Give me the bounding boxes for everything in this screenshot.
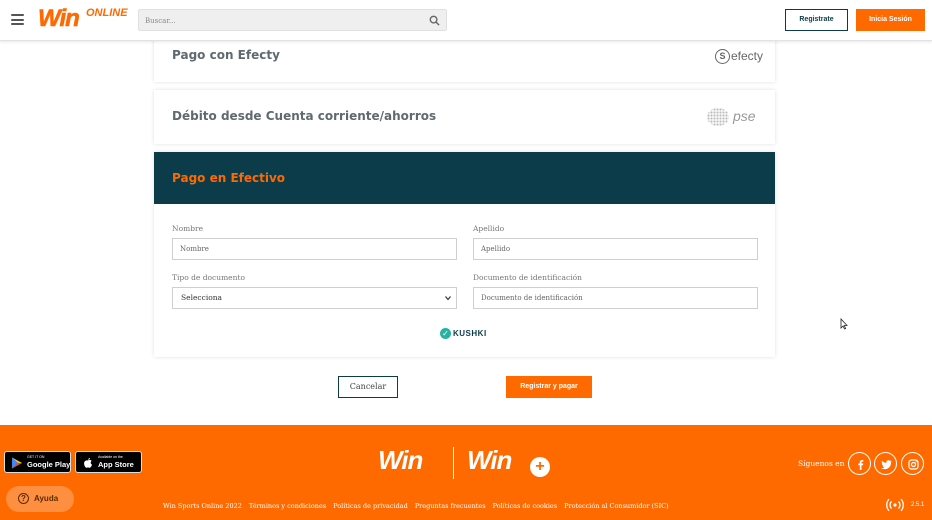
facebook-icon[interactable] [848,452,871,475]
payment-option-cash: Pago en Efectivo Nombre Nombre Apellido … [154,152,775,357]
payment-option-pse[interactable]: Débito desde Cuenta corriente/ahorros ps… [154,90,775,144]
footer-link-privacy[interactable]: Políticas de privacidad [333,502,408,510]
kushki-text: KUSHKI [453,329,487,338]
doc-type-select[interactable]: Selecciona [172,287,457,309]
cash-panel-title: Pago en Efectivo [172,171,286,185]
last-name-label: Apellido [473,224,505,233]
cancel-button[interactable]: Cancelar [338,376,398,398]
google-play-small-text: GET IT ON [27,455,45,459]
login-button[interactable]: Inicia Sesión [856,9,925,31]
search-icon[interactable] [429,15,440,26]
footer-link-terms[interactable]: Términos y condiciones [249,502,326,510]
top-header: Win ONLINE Registrate Inicia Sesión [0,0,932,41]
footer-copyright: Win Sports Online 2022 [163,502,242,510]
payment-option-title: Pago con Efecty [172,48,280,62]
logo-online-text: ONLINE [86,7,128,19]
register-button[interactable]: Registrate [785,9,848,31]
first-name-field[interactable]: Nombre [172,238,457,260]
follow-us-label: Síguenos en [798,459,845,468]
check-circle-icon: ✓ [440,328,451,339]
google-play-badge[interactable]: GET IT ON Google Play [4,451,71,473]
search-input[interactable] [145,14,415,28]
cursor-icon [840,318,848,330]
footer-links: Win Sports Online 2022 Términos y condic… [163,502,669,510]
help-button[interactable]: ? Ayuda [6,486,74,512]
last-name-field[interactable]: Apellido [473,238,758,260]
google-play-icon [12,457,22,469]
site-logo[interactable]: Win ONLINE [38,5,132,37]
doc-number-field[interactable]: Documento de identificación [473,287,758,309]
apple-icon [84,458,92,468]
help-icon: ? [18,493,29,504]
hamburger-icon[interactable] [11,14,24,25]
footer-link-sic[interactable]: Protección al Consumidor (SIC) [564,502,669,510]
radio-icon [886,498,904,512]
app-store-badge[interactable]: Available on the App Store [75,451,142,473]
app-version: 2.5.1 [911,502,925,508]
search-bar [138,9,447,31]
plus-icon: + [530,457,550,477]
app-store-text: App Store [98,460,134,469]
app-store-small-text: Available on the [98,455,123,459]
instagram-icon[interactable] [901,452,924,475]
first-name-label: Nombre [172,224,204,233]
logo-win-text: Win [38,5,80,33]
footer-link-cookies[interactable]: Políticas de cookies [493,502,558,510]
site-footer: GET IT ON Google Play Available on the A… [0,425,932,520]
payment-option-title: Débito desde Cuenta corriente/ahorros [172,109,437,123]
help-label: Ayuda [34,494,59,503]
efecty-logo: Sefecty [714,48,763,64]
cash-panel-header[interactable]: Pago en Efectivo [154,152,775,204]
twitter-icon[interactable] [874,452,897,475]
footer-logo-win: Win [378,445,423,475]
doc-type-label: Tipo de documento [172,273,245,282]
footer-logo-win-plus: Win [467,445,512,475]
google-play-text: Google Play [27,460,71,469]
doc-type-value: Selecciona [181,293,223,302]
footer-link-faq[interactable]: Preguntas frecuentes [415,502,486,510]
doc-number-label: Documento de identificación [473,273,582,282]
kushki-logo: ✓ KUSHKI [440,328,487,339]
footer-logo-divider [453,447,454,479]
chevron-down-icon [445,296,451,301]
register-and-pay-button[interactable]: Registrar y pagar [506,376,592,398]
pse-logo: pse [707,106,763,128]
